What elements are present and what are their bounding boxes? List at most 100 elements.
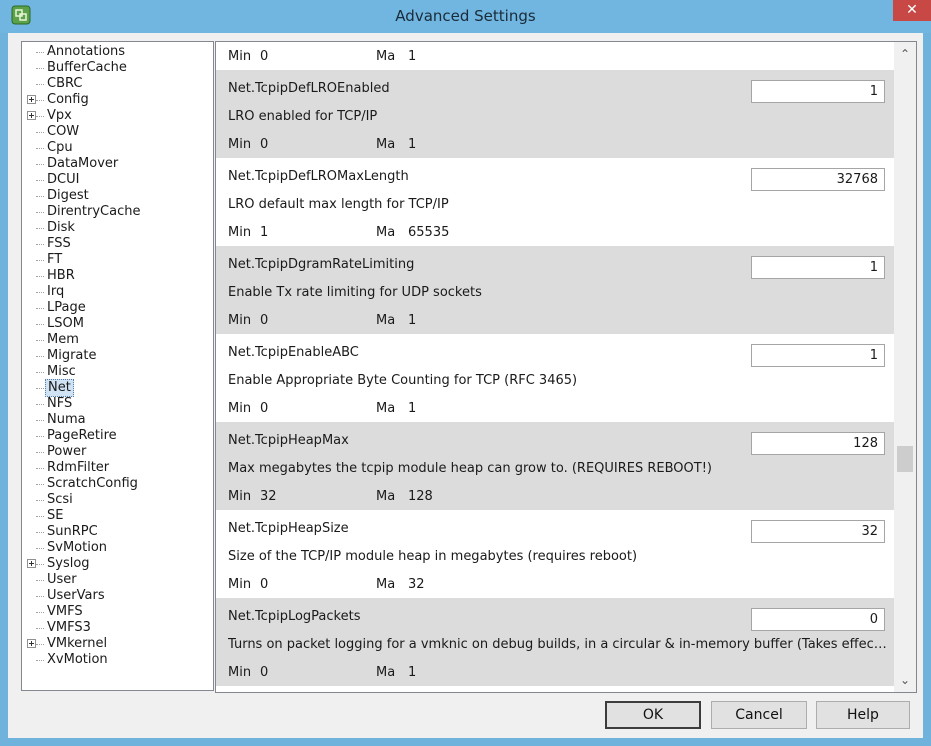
setting-row-partial: Min 0 Ma 1 [216, 42, 894, 70]
max-label: Ma [376, 577, 396, 592]
tree-item-label: CBRC [47, 76, 83, 91]
tree-connector [36, 532, 44, 533]
min-value: 0 [260, 137, 269, 152]
expand-plus-icon[interactable] [27, 111, 36, 120]
dialog-client: Annotations BufferCache CBRC Config Vpx COW Cp… [8, 33, 923, 738]
tree-connector [36, 52, 44, 53]
tree-connector [36, 212, 44, 213]
close-button[interactable]: ✕ [893, 0, 931, 21]
tree-connector [36, 148, 44, 149]
setting-name: Net.TcpipDgramRateLimiting [228, 257, 415, 272]
tree-item-label: HBR [47, 268, 75, 283]
max-value: 1 [408, 401, 417, 416]
setting-value-input[interactable]: 1 [751, 80, 885, 103]
min-label: Min [228, 49, 252, 64]
setting-value-input[interactable]: 32768 [751, 168, 885, 191]
tree-connector [36, 164, 44, 165]
ok-button[interactable]: OK [605, 701, 701, 729]
tree-item-label: RdmFilter [47, 460, 110, 475]
vertical-scrollbar[interactable]: ⌃ ⌄ [894, 42, 916, 692]
setting-value-input[interactable]: 0 [751, 608, 885, 631]
tree-item-label: NFS [47, 396, 73, 411]
tree-item-label: Scsi [47, 492, 73, 507]
tree-connector [36, 132, 44, 133]
tree-connector [36, 564, 44, 565]
min-label: Min [228, 489, 252, 504]
setting-description: Max megabytes the tcpip module heap can … [228, 461, 712, 476]
tree-item-label: VMkernel [47, 636, 108, 651]
setting-value-input[interactable]: 32 [751, 520, 885, 543]
expand-plus-icon[interactable] [27, 639, 36, 648]
max-value: 128 [408, 489, 433, 504]
tree-connector [36, 324, 44, 325]
setting-row: Net.TcpipLogPackets 0 Turns on packet logg… [216, 598, 894, 686]
setting-value-input[interactable]: 1 [751, 256, 885, 279]
tree-item-label: Numa [47, 412, 86, 427]
tree-item-label: VMFS [47, 604, 83, 619]
tree-item-label: Vpx [47, 108, 72, 123]
max-value: 32 [408, 577, 425, 592]
tree-item-label: BufferCache [47, 60, 127, 75]
scroll-thumb[interactable] [897, 446, 913, 472]
cancel-button[interactable]: Cancel [711, 701, 807, 729]
tree-item-label: Power [47, 444, 87, 459]
tree-connector [36, 116, 44, 117]
tree-connector [36, 228, 44, 229]
tree-item-label: Config [47, 92, 89, 107]
max-value: 1 [408, 137, 417, 152]
tree-item-label: SE [47, 508, 64, 523]
tree-connector [36, 436, 44, 437]
setting-value-input[interactable]: 128 [751, 432, 885, 455]
tree-item-label: Net [45, 379, 74, 397]
scroll-up-icon[interactable]: ⌃ [894, 44, 916, 64]
settings-list: Min 0 Ma 1 Net.TcpipDefLROEnabled 1 LRO en… [216, 42, 894, 692]
tree-connector [36, 388, 44, 389]
setting-name: Net.TcpipEnableABC [228, 345, 359, 360]
category-tree[interactable]: Annotations BufferCache CBRC Config Vpx COW Cp… [21, 41, 214, 691]
tree-item-label: SvMotion [47, 540, 108, 555]
max-value: 1 [408, 665, 417, 680]
tree-connector [36, 644, 44, 645]
setting-description: Size of the TCP/IP module heap in megaby… [228, 549, 638, 564]
setting-description: LRO default max length for TCP/IP [228, 197, 449, 212]
tree-item-label: LSOM [47, 316, 84, 331]
setting-row: Net.TcpipDefLROMaxLength 32768 LRO default… [216, 158, 894, 246]
tree-item-label: DCUI [47, 172, 80, 187]
setting-row: Net.TcpipHeapMax 128 Max megabytes the tcp… [216, 422, 894, 510]
tree-item-label: FT [47, 252, 63, 267]
expand-plus-icon[interactable] [27, 95, 36, 104]
setting-row: Net.TcpipDefLROEnabled 1 LRO enabled for T… [216, 70, 894, 158]
tree-item-label: Syslog [47, 556, 90, 571]
tree-connector [36, 84, 44, 85]
tree-item-label: UserVars [47, 588, 105, 603]
tree-connector [36, 500, 44, 501]
window-title: Advanced Settings [395, 7, 536, 25]
setting-name: Net.TcpipHeapSize [228, 521, 349, 536]
max-label: Ma [376, 225, 396, 240]
tree-item-label: DirentryCache [47, 204, 141, 219]
setting-value-input[interactable]: 1 [751, 344, 885, 367]
tree-item-label: COW [47, 124, 80, 139]
tree-item-label: PageRetire [47, 428, 117, 443]
min-value: 0 [260, 401, 269, 416]
tree-connector [36, 244, 44, 245]
scroll-down-icon[interactable]: ⌄ [894, 670, 916, 690]
tree-item-label: Disk [47, 220, 75, 235]
setting-description: Turns on packet logging for a vmknic on … [228, 637, 888, 652]
min-label: Min [228, 313, 252, 328]
min-value: 0 [260, 49, 269, 64]
tree-item-label: Annotations [47, 44, 126, 59]
max-label: Ma [376, 401, 396, 416]
tree-connector [36, 180, 44, 181]
setting-name: Net.TcpipDefLROEnabled [228, 81, 390, 96]
tree-connector [36, 548, 44, 549]
min-label: Min [228, 137, 252, 152]
tree-item-label: XvMotion [47, 652, 108, 667]
help-button[interactable]: Help [816, 701, 910, 729]
tree-connector [36, 484, 44, 485]
tree-connector [36, 580, 44, 581]
tree-connector [36, 660, 44, 661]
setting-description: Enable Appropriate Byte Counting for TCP… [228, 373, 578, 388]
expand-plus-icon[interactable] [27, 559, 36, 568]
tree-item-label: Migrate [47, 348, 97, 363]
